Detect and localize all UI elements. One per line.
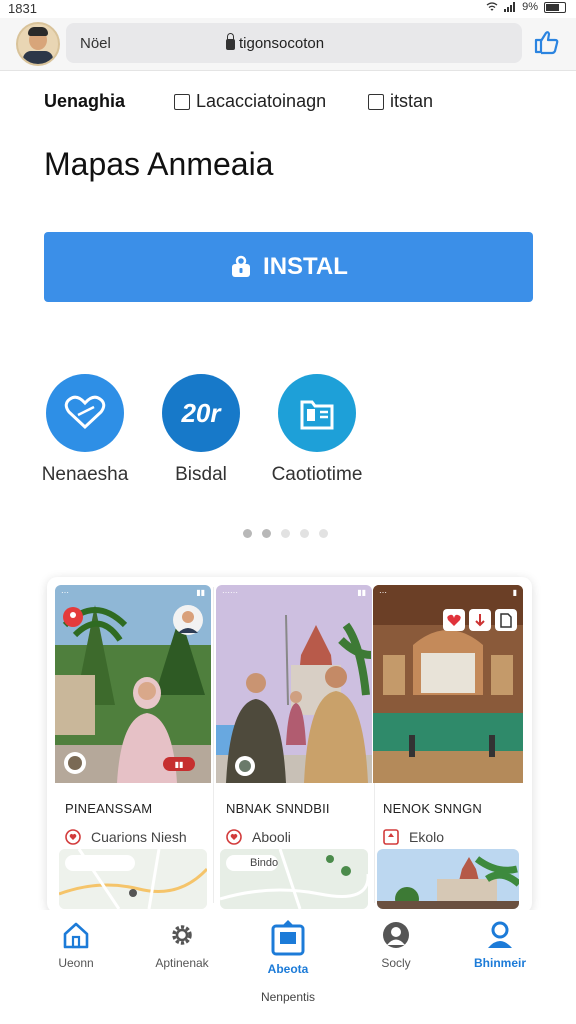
feature-item-3[interactable]: Caotiotime [252,374,382,486]
nav-item-profile[interactable]: Bhinmeir [460,920,540,970]
carousel-dots[interactable] [243,529,328,538]
place-card[interactable]: ⋯ ▮▮ ▮▮ PINEANSSAM Cuarions Niesh [55,585,211,913]
carousel-dot[interactable] [262,529,271,538]
lock-icon [226,33,235,50]
filter-option-1[interactable]: Lacacciatoinagn [174,91,326,112]
thumb-label: Bindo [250,857,279,869]
profile-icon [488,921,512,948]
card-location-text: Ekolo [409,829,445,845]
home-icon [63,922,89,949]
card-panel: ⋯ ▮▮ ▮▮ PINEANSSAM Cuarions Niesh ⋯⋯ ▮▮ … [47,577,532,913]
card-location-text: Abooli [252,829,291,845]
url-prefix: Nöel [80,35,111,52]
card-title: NBNAK SNNDBII [226,801,330,816]
badge-20r-icon: 20r [162,374,240,452]
signal-icon [504,2,516,12]
status-time: 1831 [8,1,37,16]
card-photo-thumb[interactable] [377,849,519,909]
rating-badge-icon: ▮▮ [163,757,195,771]
nav-label: Socly [381,956,411,970]
url-bar[interactable]: Nöel tigonsocoton [66,23,522,63]
card-photo: ⋯ ▮ [373,585,523,783]
card-title: PINEANSSAM [65,801,153,816]
card-map-thumb[interactable] [59,849,207,909]
nav-label: Aptinenak [155,956,209,970]
status-icons: 9% [486,1,566,13]
location-pin-icon [383,829,399,845]
profile-photo-icon [173,605,203,635]
mini-status: ⋯⋯ ▮▮ [222,588,366,597]
card-location-text: Cuarions Niesh [91,829,187,845]
card-title: NENOK SNNGN [383,801,482,816]
carousel-dot[interactable] [281,529,290,538]
filter-option-label: Lacacciatoinagn [196,91,327,111]
feature-item-2[interactable]: 20r Bisdal [136,374,266,486]
nav-item-calendar[interactable]: Abeota [248,920,328,976]
carousel-dot[interactable] [319,529,328,538]
place-card[interactable]: ⋯⋯ ▮▮ NBNAK SNNDBII Abooli Bindo [216,585,372,913]
filter-option-label: itstan [390,91,434,111]
card-location: Ekolo [383,829,444,845]
nav-item-settings[interactable]: Aptinenak [142,920,222,970]
battery-percent: 9% [522,1,538,13]
url-domain: tigonsocoton [239,35,325,52]
map-marker-icon [235,756,255,776]
card-location: Cuarions Niesh [65,829,187,845]
nav-item-social[interactable]: Socly [356,920,436,970]
status-bar: 1831 9% [0,0,576,18]
carousel-dot[interactable] [243,529,252,538]
thumbs-up-icon[interactable] [532,28,560,56]
footer-text: Nenpentis [260,990,316,1004]
url-domain-wrap: tigonsocoton [226,33,325,52]
battery-icon [544,1,566,13]
location-heart-icon [226,829,242,845]
install-button[interactable]: INSTAL [44,232,533,302]
mini-status: ⋯ ▮ [379,588,517,597]
filter-option-2[interactable]: itstan [368,91,433,112]
user-icon [383,922,409,948]
install-label: INSTAL [263,253,348,280]
nav-item-home[interactable]: Ueonn [36,920,116,970]
card-location: Abooli [226,829,291,845]
folder-icon [278,374,356,452]
map-marker-icon [64,752,86,774]
svg-text:▮▮: ▮▮ [175,760,184,769]
wifi-icon [486,2,498,11]
card-map-thumb[interactable]: Bindo [220,849,368,909]
nav-label: Abeota [267,962,309,976]
card-photo: ⋯⋯ ▮▮ [216,585,372,783]
nav-label: Bhinmeir [473,956,526,970]
gear-icon [172,925,192,945]
nav-label: Ueonn [58,956,94,970]
pin-badge-icon [63,607,83,627]
action-badges [443,609,517,631]
heart-icon [46,374,124,452]
page-title: Mapas Anmeaia [44,146,274,182]
avatar[interactable] [16,22,60,66]
bottom-nav: Ueonn Aptinenak Abeota Socly Bhinmeir [0,910,576,982]
badge-text: 20r [181,397,221,428]
card-separator [213,587,214,903]
carousel-dot[interactable] [300,529,309,538]
checkbox[interactable] [368,93,384,110]
feature-label: Nenaesha [41,464,129,485]
feature-item-1[interactable]: Nenaesha [20,374,150,486]
card-photo: ⋯ ▮▮ ▮▮ [55,585,211,783]
filter-title: Uenaghia [44,91,126,111]
mini-status: ⋯ ▮▮ [61,588,205,597]
feature-label: Bisdal [175,464,227,485]
feature-label: Caotiotime [271,464,363,485]
install-icon [232,255,251,277]
location-heart-icon [65,829,81,845]
app-header: Nöel tigonsocoton [0,18,576,71]
place-card[interactable]: ⋯ ▮ NENOK SNNGN Ekolo [373,585,523,913]
calendar-icon [271,920,305,956]
checkbox[interactable] [174,93,190,110]
filter-row: Uenaghia Lacacciatoinagn itstan [44,88,544,116]
